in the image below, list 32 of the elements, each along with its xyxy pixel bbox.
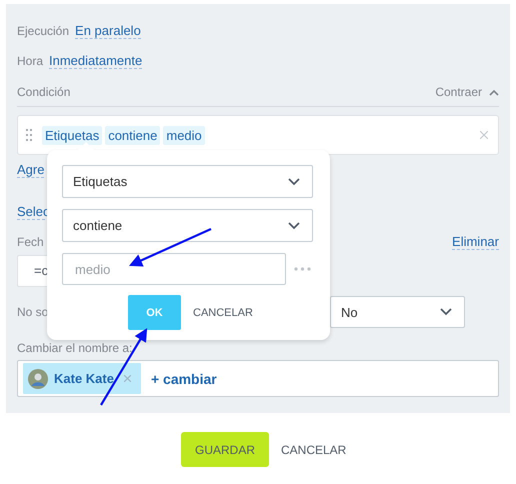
chevron-down-icon — [288, 222, 300, 230]
drag-handle-icon[interactable] — [26, 129, 32, 141]
setting-label: Ejecución — [17, 24, 70, 38]
more-icon[interactable] — [294, 267, 311, 271]
add-link[interactable]: + cambiar — [148, 368, 219, 388]
chevron-down-icon — [288, 178, 300, 186]
section-title: Condición — [17, 85, 70, 99]
chevron-down-icon — [440, 308, 452, 316]
dropdown[interactable]: Etiquetas — [62, 165, 313, 198]
setting-link[interactable]: Inmediatamente — [49, 53, 142, 69]
dropdown[interactable]: contiene — [62, 209, 313, 242]
avatar-icon — [28, 368, 48, 388]
dropdown[interactable]: No — [330, 296, 465, 328]
cancel-button[interactable]: CANCELAR — [281, 438, 346, 460]
field-label: Fech — [17, 235, 44, 249]
remove-icon[interactable] — [124, 375, 131, 382]
close-icon[interactable] — [480, 131, 488, 139]
chevron-up-icon — [489, 88, 499, 96]
setting-link[interactable]: En paralelo — [75, 23, 141, 39]
field-label: Cambiar el nombre a: — [17, 341, 132, 355]
user-chip[interactable]: Kate Kate — [23, 363, 141, 394]
cancel-button[interactable]: CANCELAR — [193, 302, 253, 322]
user-field[interactable]: Kate Kate + cambiar — [17, 360, 499, 397]
condition-tag[interactable]: medio — [163, 126, 205, 144]
condition-tag[interactable]: Etiquetas — [42, 126, 102, 144]
save-button[interactable]: GUARDAR — [181, 432, 269, 467]
value-field[interactable]: medio — [62, 253, 286, 285]
delete-link[interactable]: Eliminar — [452, 234, 499, 250]
link[interactable]: Agre — [17, 162, 44, 178]
collapse-button[interactable]: Contraer — [435, 85, 499, 99]
condition-tag[interactable]: contiene — [105, 126, 160, 144]
setting-label: Hora — [17, 54, 44, 68]
